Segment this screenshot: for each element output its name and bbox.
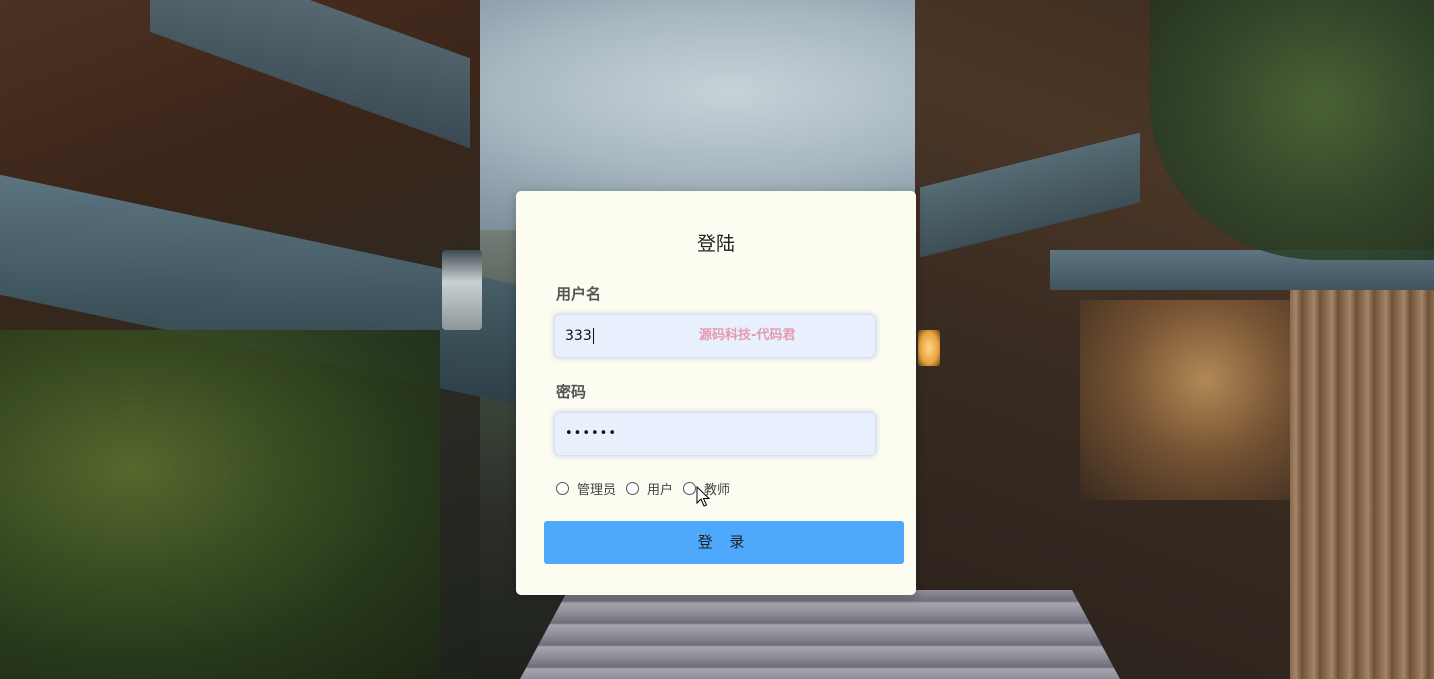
bamboo-fence [1290,290,1434,679]
login-button[interactable]: 登 录 [544,521,904,564]
password-label: 密码 [556,383,587,401]
login-title: 登陆 [696,233,735,255]
radio-icon[interactable] [556,482,569,495]
role-option-user[interactable]: 用户 [626,479,673,498]
role-option-admin[interactable]: 管理员 [556,479,616,498]
role-label: 管理员 [577,483,617,498]
password-input[interactable]: •••••• [554,412,876,456]
role-radio-group: 管理员 用户 教师 [556,479,740,498]
login-card: 登陆 用户名 333 源码科技-代码君 密码 •••••• 管理员 用户 教师 … [516,191,916,595]
stone-street [520,590,1120,679]
left-foliage [0,330,440,679]
watermark-text: 源码科技-代码君 [699,328,796,343]
username-label: 用户名 [556,285,602,303]
street-lamp [442,250,482,330]
username-value: 333 [565,328,592,344]
password-value: •••••• [565,426,618,441]
mouse-pointer-icon [696,486,710,507]
radio-icon[interactable] [683,482,697,495]
text-caret [592,328,594,344]
role-label: 用户 [647,483,674,498]
radio-icon[interactable] [626,482,640,495]
lantern [918,330,940,366]
username-input[interactable]: 333 源码科技-代码君 [554,314,876,358]
